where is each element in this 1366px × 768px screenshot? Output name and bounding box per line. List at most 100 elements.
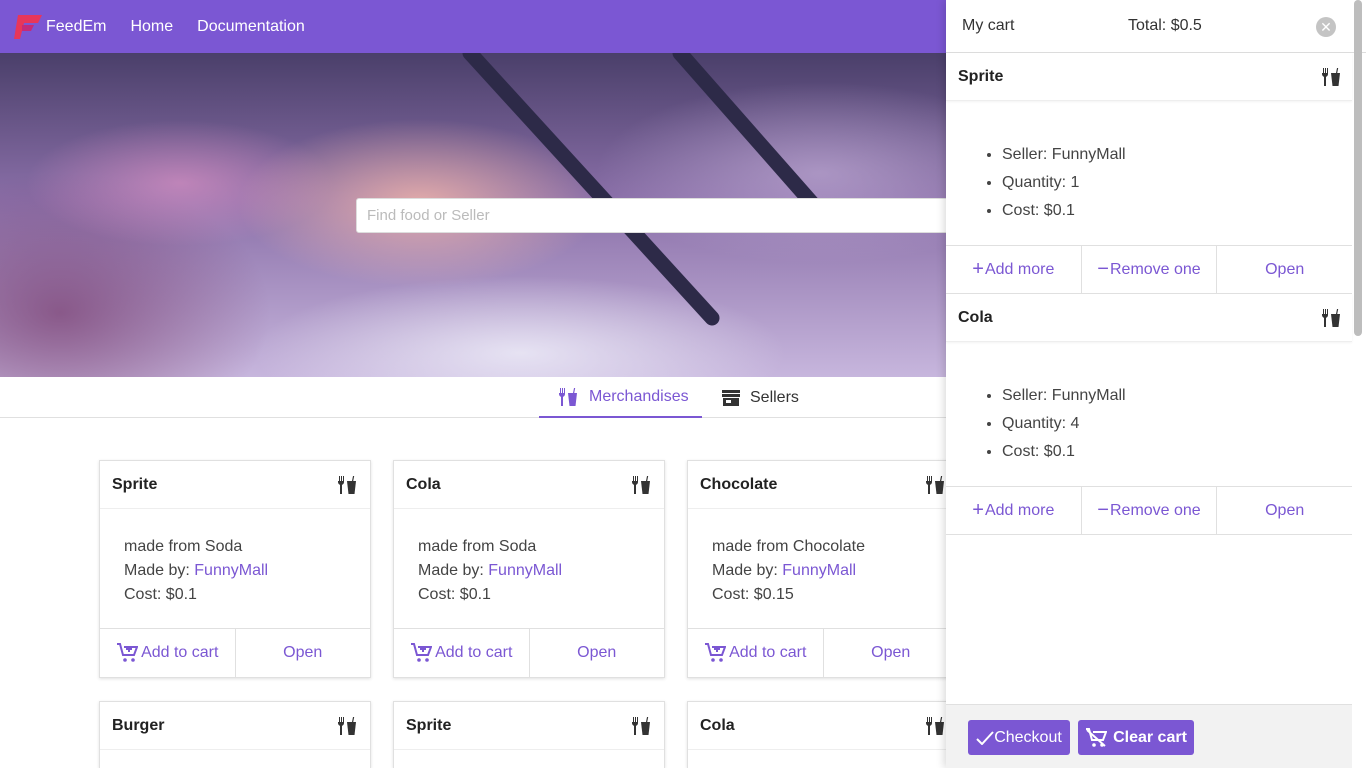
open-label: Open: [283, 644, 323, 661]
cart-header: My cart Total: $0.5 ✕: [946, 0, 1366, 53]
add-more-button[interactable]: + Add more: [946, 246, 1081, 293]
open-button[interactable]: Open: [528, 629, 665, 677]
add-to-cart-label: Add to cart: [141, 644, 219, 661]
tab-sellers[interactable]: Sellers: [722, 377, 799, 418]
seller-link[interactable]: FunnyMall: [782, 562, 856, 579]
merch-card: Sprite: [393, 701, 665, 768]
cart-item-actions: + Add more − Remove one Open: [946, 487, 1352, 535]
card-body: made from Chocolate Made by: FunnyMall C…: [688, 509, 958, 629]
fork-knife-cup-icon: [1322, 308, 1340, 327]
cart-item-quantity: Quantity: 4: [1002, 410, 1352, 438]
cart-item: Cola Seller: FunnyMall Quantity: 4 Cost:…: [946, 294, 1352, 535]
cart-scrollbar[interactable]: [1354, 0, 1362, 336]
fork-knife-cup-icon: [632, 475, 650, 494]
remove-one-button[interactable]: − Remove one: [1080, 246, 1217, 293]
add-to-cart-button[interactable]: Add to cart: [100, 629, 235, 677]
fork-knife-cup-icon: [926, 475, 944, 494]
made-by-label: Made by:: [124, 562, 190, 579]
add-to-cart-button[interactable]: Add to cart: [394, 629, 529, 677]
card-actions: Add to cart Open: [394, 629, 664, 677]
plus-icon: +: [972, 499, 984, 521]
made-by-label: Made by:: [712, 562, 778, 579]
fork-knife-cup-icon: [632, 716, 650, 735]
tab-merchandises[interactable]: Merchandises: [539, 377, 702, 418]
feedem-logo-icon: [14, 14, 42, 39]
search-input[interactable]: [356, 198, 976, 233]
tab-merchandises-label: Merchandises: [589, 387, 689, 405]
card-header: Chocolate: [688, 461, 958, 509]
card-header: Cola: [688, 702, 958, 750]
remove-one-button[interactable]: − Remove one: [1080, 487, 1217, 534]
card-header: Cola: [394, 461, 664, 509]
open-button[interactable]: Open: [234, 629, 371, 677]
add-more-label: Add more: [984, 260, 1055, 278]
merch-card: Chocolate made from Chocolate Made by: F…: [687, 460, 959, 678]
card-made-by: Made by: FunnyMall: [124, 559, 346, 583]
card-body: made from Soda Made by: FunnyMall Cost: …: [100, 509, 370, 629]
card-made-by: Made by: FunnyMall: [712, 559, 934, 583]
cart-item-cost: Cost: $0.1: [1002, 438, 1352, 466]
add-cart-icon: [411, 643, 433, 662]
card-made-by: Made by: FunnyMall: [418, 559, 640, 583]
open-button[interactable]: Open: [1216, 246, 1352, 293]
cart-item-cost: Cost: $0.1: [1002, 197, 1352, 225]
card-description: made from Soda: [124, 538, 243, 555]
tab-sellers-label: Sellers: [750, 388, 799, 406]
cart-title: My cart: [962, 17, 1015, 34]
fork-knife-cup-icon: [559, 387, 577, 406]
add-to-cart-label: Add to cart: [729, 644, 807, 661]
open-label: Open: [1265, 260, 1305, 278]
add-more-label: Add more: [984, 501, 1055, 519]
add-to-cart-label: Add to cart: [435, 644, 513, 661]
cart-item-actions: + Add more − Remove one Open: [946, 246, 1352, 294]
fork-knife-cup-icon: [1322, 67, 1340, 86]
add-to-cart-button[interactable]: Add to cart: [688, 629, 823, 677]
clear-cart-button[interactable]: Clear cart: [1078, 720, 1194, 755]
open-label: Open: [577, 644, 617, 661]
card-description: made from Soda: [418, 538, 537, 555]
card-header: Sprite: [394, 702, 664, 750]
merch-card: Cola made from Soda Made by: FunnyMall C…: [393, 460, 665, 678]
brand[interactable]: FeedEm: [12, 13, 106, 41]
add-cart-icon: [705, 643, 727, 662]
check-icon: [976, 730, 994, 745]
cart-item-title: Cola: [958, 308, 993, 326]
card-title: Cola: [406, 475, 441, 493]
remove-cart-icon: [1086, 727, 1108, 747]
add-more-button[interactable]: + Add more: [946, 487, 1081, 534]
seller-link[interactable]: FunnyMall: [488, 562, 562, 579]
made-by-label: Made by:: [418, 562, 484, 579]
card-title: Cola: [700, 716, 735, 734]
brand-name: FeedEm: [46, 17, 107, 35]
card-cost: Cost: $0.15: [712, 586, 794, 603]
cart-footer: Checkout Clear cart: [946, 704, 1352, 768]
open-button[interactable]: Open: [822, 629, 959, 677]
checkout-button[interactable]: Checkout: [968, 720, 1070, 755]
card-title: Chocolate: [700, 475, 778, 493]
card-body: made from Soda Made by: FunnyMall Cost: …: [394, 509, 664, 629]
cart-item: Sprite Seller: FunnyMall Quantity: 1 Cos…: [946, 53, 1352, 294]
card-actions: Add to cart Open: [100, 629, 370, 677]
merch-card: Sprite made from Soda Made by: FunnyMall…: [99, 460, 371, 678]
plus-icon: +: [972, 258, 984, 280]
merch-card: Burger: [99, 701, 371, 768]
cart-item-title: Sprite: [958, 67, 1004, 85]
nav-home-link[interactable]: Home: [130, 18, 173, 36]
open-button[interactable]: Open: [1216, 487, 1352, 534]
cart-item-details: Seller: FunnyMall Quantity: 1 Cost: $0.1: [946, 101, 1352, 246]
cart-item-seller: Seller: FunnyMall: [1002, 382, 1352, 410]
card-title: Burger: [112, 716, 165, 734]
remove-one-label: Remove one: [1109, 501, 1201, 519]
cart-total: Total: $0.5: [1128, 17, 1202, 34]
seller-link[interactable]: FunnyMall: [194, 562, 268, 579]
fork-knife-cup-icon: [338, 475, 356, 494]
card-description: made from Chocolate: [712, 538, 865, 555]
close-icon[interactable]: ✕: [1316, 17, 1336, 37]
cart-drawer: My cart Total: $0.5 ✕ Sprite Seller: Fun…: [946, 0, 1366, 768]
card-actions: Add to cart Open: [688, 629, 958, 677]
fork-knife-cup-icon: [926, 716, 944, 735]
nav-documentation-link[interactable]: Documentation: [197, 18, 305, 36]
cart-item-seller: Seller: FunnyMall: [1002, 141, 1352, 169]
cart-item-header: Cola: [946, 294, 1352, 342]
card-title: Sprite: [406, 716, 452, 734]
